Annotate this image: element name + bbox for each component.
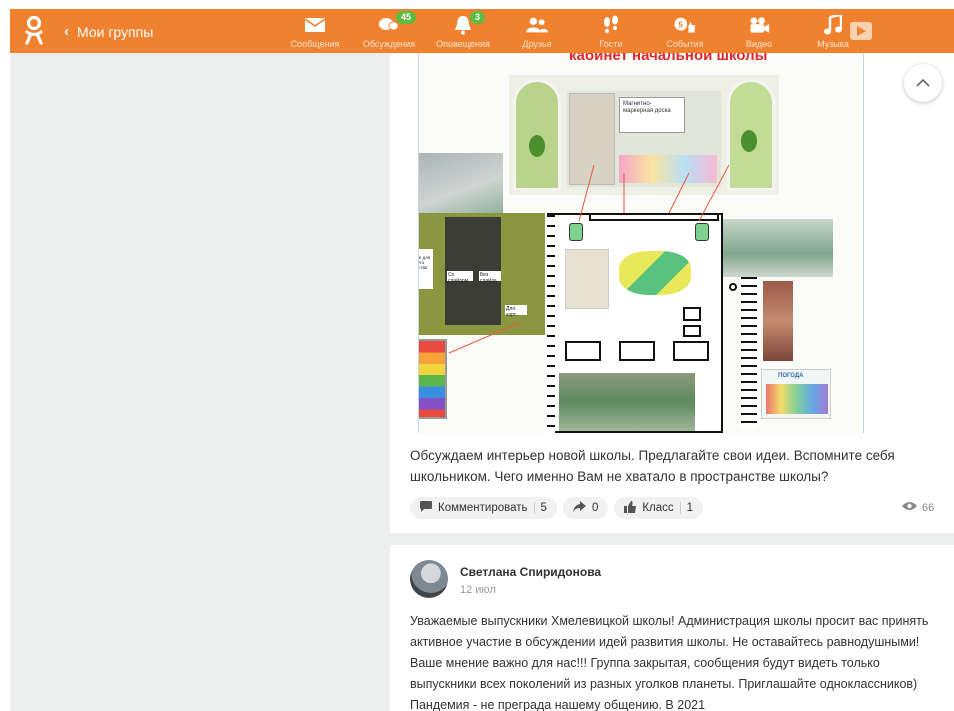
divider <box>679 502 681 514</box>
share-arrow-icon <box>572 501 586 515</box>
chevron-up-icon <box>916 74 930 92</box>
back-to-my-groups-link[interactable]: ‹ Мои группы <box>64 23 153 40</box>
svg-text:5: 5 <box>678 20 683 30</box>
views-counter: 66 <box>902 501 934 514</box>
envelope-icon <box>304 14 326 36</box>
scroll-to-top-button[interactable] <box>904 64 942 102</box>
chevron-left-icon: ‹ <box>64 23 69 40</box>
post-text: Обсуждаем интерьер новой школы. Предлага… <box>410 448 895 484</box>
comment-count: 5 <box>540 502 547 514</box>
author-name[interactable]: Светлана Спиридонова <box>460 565 601 579</box>
friends-icon <box>526 14 548 36</box>
video-camera-icon <box>748 14 770 36</box>
play-icon[interactable] <box>850 22 872 40</box>
post-card: кабинет начальной школы Магнитно-маркерн… <box>390 53 954 533</box>
share-button[interactable]: 0 <box>562 497 609 519</box>
share-count: 0 <box>591 502 599 514</box>
notifications-badge: 3 <box>470 11 486 24</box>
top-navigation-bar: ‹ Мои группы Сообщения 45 Обсуждения 3 О… <box>10 9 954 53</box>
comment-button[interactable]: Комментировать 5 <box>410 497 557 519</box>
main-nav: Сообщения 45 Обсуждения 3 Оповещения Дру… <box>278 9 870 53</box>
nav-events[interactable]: 5 События <box>648 9 722 53</box>
footprints-icon <box>600 14 622 36</box>
avatar[interactable] <box>410 560 448 598</box>
nav-guests[interactable]: Гости <box>574 9 648 53</box>
post-text: Уважаемые выпускники Хмелевицкой школы! … <box>410 614 929 711</box>
nav-label: Оповещения <box>436 39 490 49</box>
like-count: 1 <box>686 502 694 514</box>
views-count: 66 <box>922 501 935 514</box>
post-actions: Комментировать 5 0 Класс 1 <box>410 497 704 519</box>
nav-label: Сообщения <box>290 39 340 49</box>
connector-lines <box>448 164 730 354</box>
thumbs-up-icon <box>624 500 637 516</box>
post-card: Светлана Спиридонова 12 июл Уважаемые вы… <box>390 545 954 711</box>
eye-icon <box>902 501 917 514</box>
nav-label: События <box>666 39 704 49</box>
like-button[interactable]: Класс 1 <box>614 497 704 519</box>
nav-discussions[interactable]: 45 Обсуждения <box>352 9 426 53</box>
post-date: 12 июл <box>460 584 496 596</box>
music-note-icon <box>822 14 844 36</box>
nav-label: Музыка <box>817 39 849 49</box>
nav-label: Друзья <box>522 39 552 49</box>
nav-friends[interactable]: Друзья <box>500 9 574 53</box>
like-label: Класс <box>642 502 674 514</box>
nav-notifications[interactable]: 3 Оповещения <box>426 9 500 53</box>
divider <box>533 502 535 514</box>
discussions-badge: 45 <box>396 11 417 24</box>
comment-label: Комментировать <box>438 502 528 514</box>
nav-video[interactable]: Видео <box>722 9 796 53</box>
back-label: Мои группы <box>77 23 154 40</box>
nav-messages[interactable]: Сообщения <box>278 9 352 53</box>
nav-label: Обсуждения <box>362 39 416 49</box>
post-image-classroom-plan[interactable]: кабинет начальной школы Магнитно-маркерн… <box>418 53 864 433</box>
nav-label: Видео <box>745 39 773 49</box>
ok-logo-icon[interactable] <box>24 15 44 47</box>
nav-label: Гости <box>599 39 623 49</box>
left-column-background <box>10 53 388 711</box>
events-icon: 5 <box>674 14 696 36</box>
comment-icon <box>420 501 432 515</box>
